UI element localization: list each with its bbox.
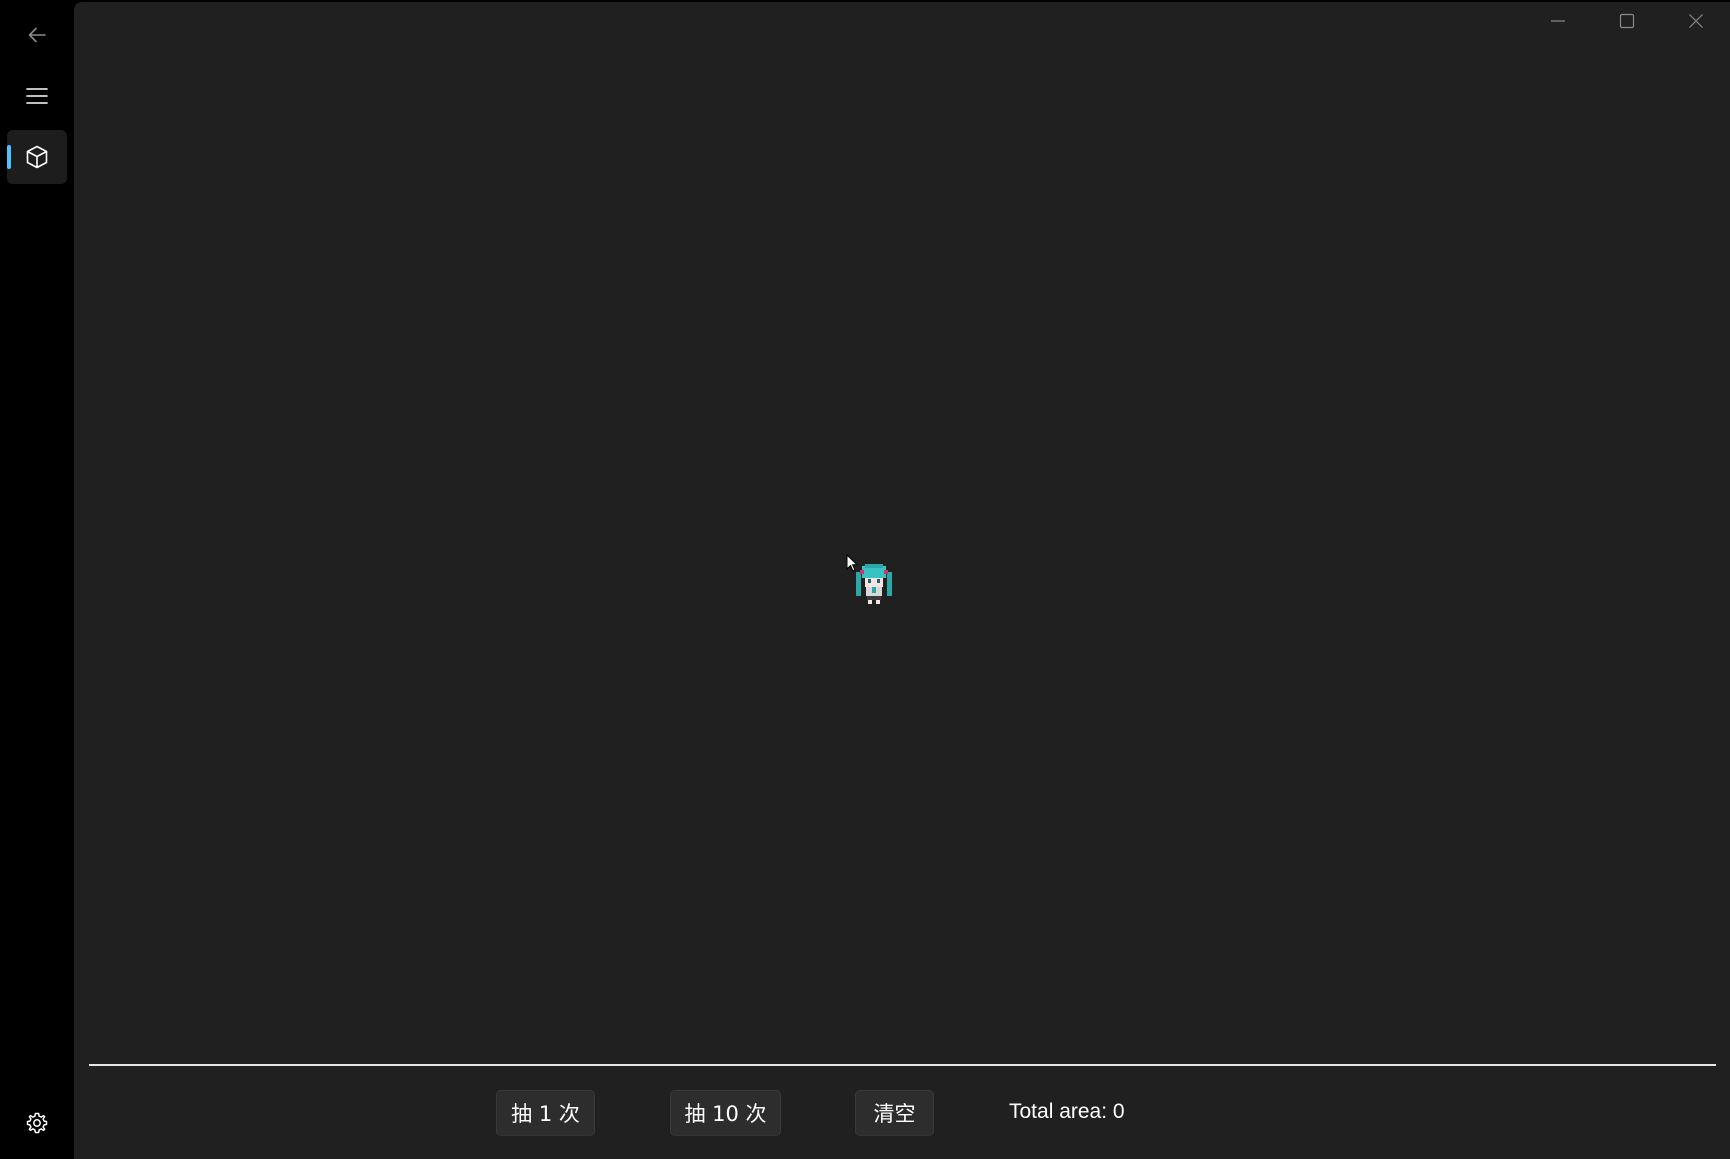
cube-icon [24,144,50,170]
action-bar: 抽 1 次 抽 10 次 清空 Total area: 0 [74,1066,1730,1159]
back-arrow-icon [26,24,48,46]
back-button[interactable] [7,8,67,62]
settings-button[interactable] [7,1096,67,1150]
app-window: 抽 1 次 抽 10 次 清空 Total area: 0 [0,0,1730,1159]
selection-indicator [7,145,11,169]
nav-item-cube[interactable] [7,130,67,184]
miku-chibi-sprite [854,562,894,604]
gear-icon [25,1111,49,1135]
navigation-rail [0,0,74,1159]
clear-button[interactable]: 清空 [855,1090,934,1136]
main-content: 抽 1 次 抽 10 次 清空 Total area: 0 [74,2,1730,1159]
menu-toggle-button[interactable] [7,69,67,123]
total-area-label: Total area: 0 [1009,1100,1125,1123]
draw-once-button[interactable]: 抽 1 次 [496,1090,595,1136]
draw-ten-button[interactable]: 抽 10 次 [670,1090,781,1136]
drawing-canvas[interactable] [74,2,1730,1062]
hamburger-menu-icon [25,86,49,106]
